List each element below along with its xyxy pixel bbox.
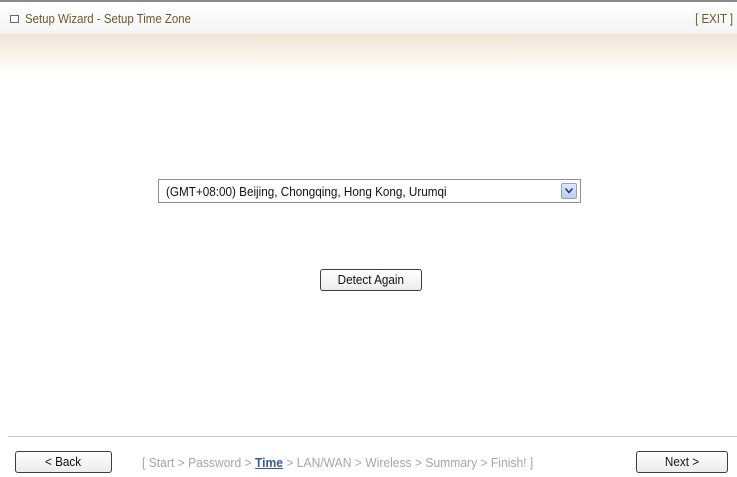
step-lan-wan: LAN/WAN bbox=[296, 455, 352, 470]
wizard-steps: [ Start > Password > Time > LAN/WAN > Wi… bbox=[142, 455, 533, 470]
window-square-icon bbox=[10, 15, 19, 23]
step-start: Start bbox=[148, 455, 175, 470]
step-summary: Summary bbox=[425, 455, 478, 470]
window-title: Setup Wizard - Setup Time Zone bbox=[25, 11, 191, 26]
detect-again-label: Detect Again bbox=[337, 272, 405, 287]
timezone-select[interactable]: (GMT+08:00) Beijing, Chongqing, Hong Kon… bbox=[158, 179, 581, 203]
dropdown-arrow-icon[interactable] bbox=[561, 183, 577, 199]
steps-open-bracket: [ bbox=[142, 455, 146, 470]
step-separator: > bbox=[480, 455, 488, 470]
footer-divider bbox=[8, 436, 737, 437]
step-time-current: Time bbox=[254, 455, 283, 470]
step-finish: Finish! bbox=[490, 455, 527, 470]
title-bar: Setup Wizard - Setup Time Zone [ EXIT ] bbox=[0, 0, 737, 34]
exit-link[interactable]: [ EXIT ] bbox=[695, 11, 733, 26]
next-button[interactable]: Next > bbox=[636, 451, 728, 473]
step-separator: > bbox=[244, 455, 252, 470]
next-button-label: Next > bbox=[664, 454, 700, 469]
step-separator: > bbox=[177, 455, 185, 470]
step-wireless: Wireless bbox=[365, 455, 412, 470]
header-gradient-band bbox=[0, 34, 737, 72]
detect-again-button[interactable]: Detect Again bbox=[320, 269, 422, 291]
step-separator: > bbox=[414, 455, 423, 470]
step-password: Password bbox=[188, 455, 242, 470]
back-button[interactable]: < Back bbox=[15, 451, 112, 473]
steps-close-bracket: ] bbox=[529, 455, 534, 470]
back-button-label: < Back bbox=[45, 454, 82, 469]
timezone-select-value: (GMT+08:00) Beijing, Chongqing, Hong Kon… bbox=[166, 184, 447, 199]
step-separator: > bbox=[354, 455, 362, 470]
step-separator: > bbox=[286, 455, 294, 470]
